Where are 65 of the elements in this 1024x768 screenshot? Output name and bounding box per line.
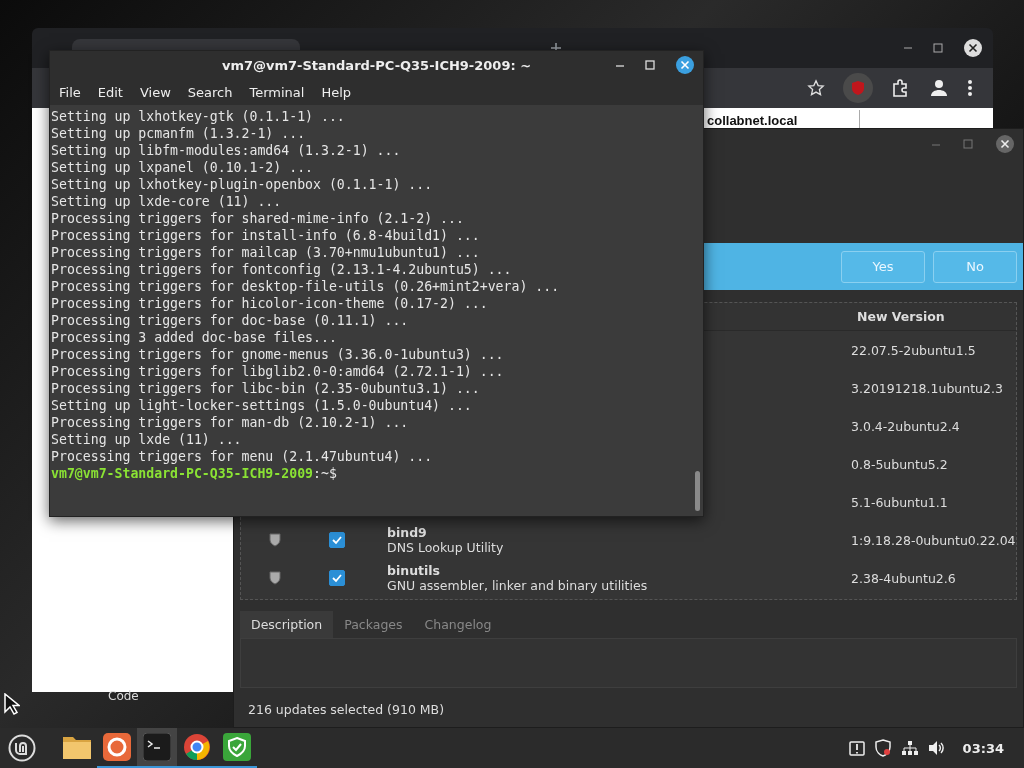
version-cell: 3.20191218.1ubuntu2.3 xyxy=(851,380,1003,396)
terminal-line: Processing triggers for desktop-file-utils (0.26+mint2+vera) ... xyxy=(51,278,561,295)
terminal-line: Processing 3 added doc-base files... xyxy=(51,329,338,346)
shield-icon xyxy=(269,533,281,547)
terminal-line: Processing triggers for menu (2.1.47ubuntu4) ... xyxy=(51,448,434,465)
close-icon[interactable] xyxy=(675,55,695,75)
menu-icon[interactable] xyxy=(967,79,973,97)
terminal-line: Setting up lxhotkey-plugin-openbox (0.1.1-1) ... xyxy=(51,176,434,193)
shield-icon xyxy=(269,571,281,585)
version-cell: 2.38-4ubuntu2.6 xyxy=(851,570,956,586)
version-cell: 22.07.5-2ubuntu1.5 xyxy=(851,342,976,358)
terminal-line: Processing triggers for fontconfig (2.13.1-4.2ubuntu5) ... xyxy=(51,261,513,278)
column-header[interactable]: New Version xyxy=(857,309,945,324)
cursor-icon xyxy=(4,693,20,715)
package-description: DNS Lookup Utility xyxy=(387,540,505,555)
tab[interactable]: Changelog xyxy=(413,611,503,638)
network-icon[interactable] xyxy=(900,740,919,756)
terminal-line: Processing triggers for install-info (6.8-4build1) ... xyxy=(51,227,481,244)
checkbox[interactable] xyxy=(329,570,345,586)
star-icon[interactable] xyxy=(807,79,825,97)
package-name: binutils xyxy=(387,563,441,578)
window-title: vm7@vm7-Standard-PC-Q35-ICH9-2009: ~ xyxy=(221,57,532,73)
terminal-icon[interactable] xyxy=(137,728,177,768)
version-cell: 5.1-6ubuntu1.1 xyxy=(851,494,948,510)
tab[interactable]: Packages xyxy=(333,611,414,638)
menu-item[interactable]: View xyxy=(139,84,171,100)
package-description: GNU assembler, linker and binary utilities xyxy=(387,578,649,593)
terminal-line: Processing triggers for shared-mime-info (2.1-2) ... xyxy=(51,210,465,227)
checkbox[interactable] xyxy=(329,532,345,548)
terminal-line: Processing triggers for gnome-menus (3.36.0-1ubuntu3) ... xyxy=(51,346,505,363)
menu-item[interactable]: Terminal xyxy=(249,84,305,100)
tab[interactable]: Description xyxy=(240,611,334,638)
terminal-line: Processing triggers for mailcap (3.70+nmu1ubuntu1) ... xyxy=(51,244,481,261)
terminal-line: Setting up libfm-modules:amd64 (1.3.2-1) ... xyxy=(51,142,402,159)
menu-item[interactable]: File xyxy=(59,84,81,100)
terminal-line: Setting up lxpanel (0.10.1-2) ... xyxy=(51,159,314,176)
menu-item[interactable]: Help xyxy=(321,84,352,100)
close-icon[interactable] xyxy=(963,38,983,58)
terminal-line: Setting up pcmanfm (1.3.2-1) ... xyxy=(51,125,307,142)
terminal-line: Processing triggers for libglib2.0-0:amd64 (2.72.1-1) ... xyxy=(51,363,505,380)
close-icon[interactable] xyxy=(995,134,1015,154)
volume-icon[interactable] xyxy=(927,740,946,756)
terminal-line: Processing triggers for libc-bin (2.35-0ubuntu3.1) ... xyxy=(51,380,481,397)
terminal-line: Processing triggers for doc-base (0.11.1) ... xyxy=(51,312,410,329)
prompt-line: vm7@vm7-Standard-PC-Q35-ICH9-2009:~$ xyxy=(51,465,338,482)
desktop-icon-label[interactable]: Code xyxy=(108,689,139,703)
status-text: 216 updates selected (910 MB) xyxy=(247,701,446,717)
notification-icon[interactable] xyxy=(848,740,865,756)
menu-item[interactable]: Edit xyxy=(97,84,123,100)
clock[interactable]: 03:34 xyxy=(962,740,1004,756)
version-cell: 0.8-5ubuntu5.2 xyxy=(851,456,948,472)
terminal-line: Processing triggers for man-db (2.10.2-1) ... xyxy=(51,414,410,431)
version-cell: 3.0.4-2ubuntu2.4 xyxy=(851,418,960,434)
menu-item[interactable]: Search xyxy=(187,84,233,100)
terminal-line: Setting up lxde-core (11) ... xyxy=(51,193,283,210)
package-name: bind9 xyxy=(387,525,428,540)
scrollbar[interactable] xyxy=(695,471,700,511)
maximize-icon[interactable] xyxy=(933,43,943,53)
version-cell: 1:9.18.28-0ubuntu0.22.04 xyxy=(851,532,1016,548)
menu-icon[interactable] xyxy=(8,734,36,762)
terminal-line: Processing triggers for hicolor-icon-theme (0.17-2) ... xyxy=(51,295,489,312)
terminal-line: Setting up light-locker-settings (1.5.0-0ubuntu4) ... xyxy=(51,397,473,414)
profile-icon[interactable] xyxy=(929,78,949,98)
terminal-line: Setting up lxde (11) ... xyxy=(51,431,243,448)
terminal-line: Setting up lxhotkey-gtk (0.1.1-1) ... xyxy=(51,108,346,125)
